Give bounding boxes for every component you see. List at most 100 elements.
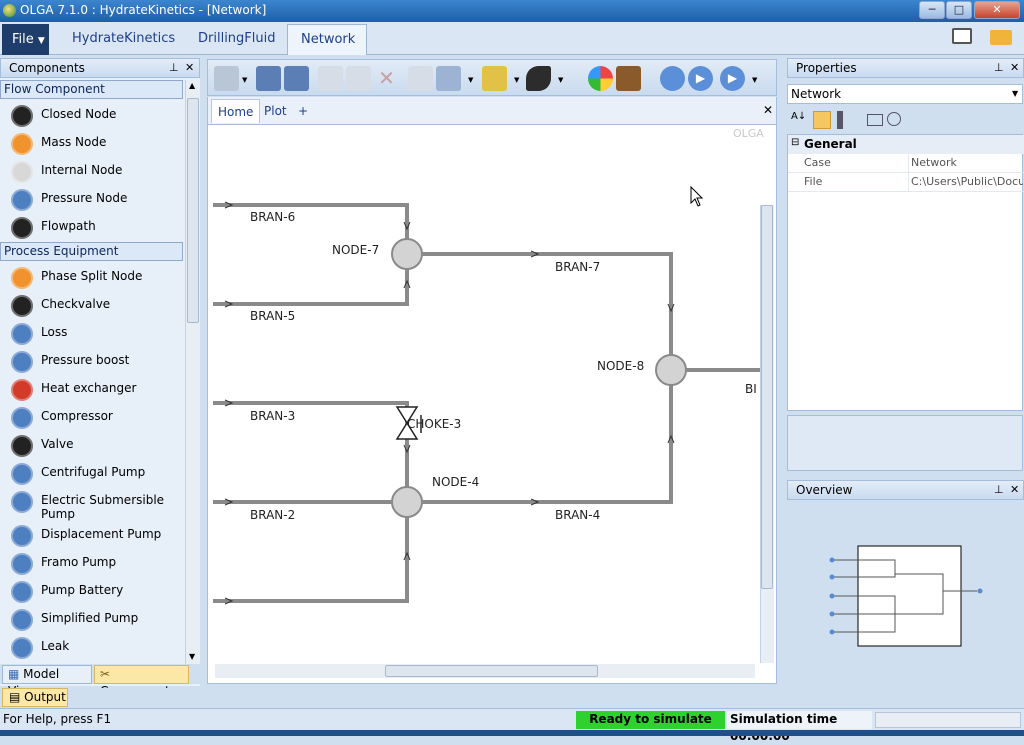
component-item[interactable]: Framo Pump: [0, 550, 183, 578]
pipe-bran-3[interactable]: [213, 401, 409, 502]
copy-icon[interactable]: [318, 66, 343, 91]
paste-icon[interactable]: [346, 66, 371, 91]
ribbon-tab-network[interactable]: Network: [287, 24, 367, 55]
chevron-down-icon[interactable]: ▼: [1012, 85, 1018, 103]
components-panel: Components ⊥ ✕ Flow Component Closed Node…: [0, 58, 200, 686]
property-row-file[interactable]: File C:\Users\Public\Docu: [788, 173, 1024, 192]
chevron-down-icon[interactable]: ▼: [752, 76, 757, 84]
component-item[interactable]: Pressure boost: [0, 348, 183, 376]
component-item[interactable]: Mass Node: [0, 130, 183, 158]
pipe-bran-7[interactable]: [407, 252, 673, 370]
properties-object-select[interactable]: Network ▼: [787, 84, 1023, 104]
scroll-down-icon[interactable]: ▼: [189, 652, 195, 661]
play-step-icon[interactable]: [660, 66, 685, 91]
component-label: Flowpath: [41, 219, 96, 233]
component-item[interactable]: Valve: [0, 432, 183, 460]
edit-icon[interactable]: [408, 66, 433, 91]
component-item[interactable]: Simplified Pump: [0, 606, 183, 634]
chevron-down-icon[interactable]: ▼: [558, 76, 563, 84]
close-window-button[interactable]: ✕: [974, 1, 1020, 19]
property-pages-icon[interactable]: [837, 111, 843, 129]
section-flow-component[interactable]: Flow Component: [0, 80, 183, 99]
tab-plot[interactable]: Plot: [258, 99, 293, 123]
components-title: Components: [9, 61, 85, 75]
sort-alpha-icon[interactable]: A↓: [791, 111, 809, 129]
components-list: Flow Component Closed Node Mass Node Intern…: [0, 80, 185, 664]
pin-icon[interactable]: ⊥: [169, 59, 179, 77]
component-item[interactable]: Internal Node: [0, 158, 183, 186]
component-item[interactable]: Heat exchanger: [0, 376, 183, 404]
tab-model-view[interactable]: ▦ Model View: [2, 665, 92, 698]
component-item[interactable]: Pump Battery: [0, 578, 183, 606]
align-icon[interactable]: [436, 66, 461, 91]
scroll-up-icon[interactable]: ▲: [189, 81, 195, 90]
component-item[interactable]: Leak: [0, 634, 183, 662]
scrollbar-thumb[interactable]: [385, 665, 598, 677]
chevron-down-icon[interactable]: ▼: [242, 76, 247, 84]
tab-home[interactable]: Home: [211, 99, 261, 123]
node-8[interactable]: [655, 354, 687, 386]
component-item[interactable]: Loss: [0, 320, 183, 348]
network-canvas[interactable]: OLGA BRAN-6 BRAN-5 BRAN-3 BRAN-2 BRAN-7 …: [207, 124, 777, 684]
close-tab-button[interactable]: ✕: [763, 103, 773, 117]
add-tab-button[interactable]: +: [292, 99, 314, 123]
component-item[interactable]: Closed Node: [0, 102, 183, 130]
canvas-horizontal-scrollbar[interactable]: [215, 664, 755, 678]
components-scrollbar[interactable]: ▲ ▼: [185, 80, 200, 664]
component-item[interactable]: Compressor: [0, 404, 183, 432]
maximize-button[interactable]: □: [946, 1, 972, 19]
tab-output[interactable]: ▤ Output: [2, 688, 68, 707]
scrollbar-thumb[interactable]: [761, 205, 773, 589]
component-item[interactable]: Displacement Pump: [0, 522, 183, 550]
run-icon[interactable]: ▶: [720, 66, 745, 91]
collapse-icon[interactable]: ⊟: [791, 137, 799, 148]
minimize-button[interactable]: ─: [919, 1, 945, 19]
component-item[interactable]: Pressure Node: [0, 186, 183, 214]
section-process-equipment[interactable]: Process Equipment: [0, 242, 183, 261]
component-label: Simplified Pump: [41, 611, 139, 625]
categorized-icon[interactable]: [813, 111, 831, 129]
pin-icon[interactable]: ⊥: [994, 59, 1004, 77]
component-item[interactable]: Electric Submersible Pump: [0, 488, 183, 522]
property-group-label: General: [804, 137, 857, 151]
property-group-general[interactable]: ⊟ General: [788, 135, 1024, 154]
close-icon[interactable]: ✕: [1010, 59, 1019, 77]
close-icon[interactable]: ✕: [1010, 481, 1019, 499]
ribbon-tab-hydratekinetics[interactable]: HydrateKinetics: [59, 24, 188, 55]
file-menu-label: File: [12, 32, 34, 47]
select-icon[interactable]: [482, 66, 507, 91]
tab-components[interactable]: ✂ Components: [94, 665, 189, 698]
node-7[interactable]: [391, 238, 423, 270]
pin-icon[interactable]: ⊥: [994, 481, 1004, 499]
label-choke-3: CHOKE-3: [407, 417, 461, 431]
wrench-icon[interactable]: [526, 66, 551, 91]
window-layout-icon[interactable]: [952, 28, 972, 44]
print-icon[interactable]: [214, 66, 239, 91]
case-icon[interactable]: [616, 66, 641, 91]
file-menu-button[interactable]: File ▼: [2, 24, 49, 55]
save-as-icon[interactable]: [284, 66, 309, 91]
canvas-vertical-scrollbar[interactable]: [760, 205, 774, 663]
scrollbar-thumb[interactable]: [187, 98, 199, 323]
component-item[interactable]: Flowpath: [0, 214, 183, 242]
component-item[interactable]: Centrifugal Pump: [0, 460, 183, 488]
node-4[interactable]: [391, 486, 423, 518]
chevron-down-icon[interactable]: ▼: [514, 76, 519, 84]
delete-icon[interactable]: ✕: [374, 66, 399, 91]
pipe-bottom[interactable]: [213, 502, 409, 603]
component-label: Pump Battery: [41, 583, 124, 597]
open-folder-icon[interactable]: [990, 30, 1012, 45]
property-row-case[interactable]: Case Network: [788, 154, 1024, 173]
play-icon[interactable]: ▶: [688, 66, 713, 91]
pipe-bran-5[interactable]: [213, 254, 409, 306]
chevron-down-icon[interactable]: ▼: [468, 76, 473, 84]
verify-icon[interactable]: [588, 66, 613, 91]
close-icon[interactable]: ✕: [185, 59, 194, 77]
ribbon-tab-drillingfluid[interactable]: DrillingFluid: [185, 24, 289, 55]
chart-icon[interactable]: [887, 112, 901, 126]
overview-panel[interactable]: [787, 502, 1023, 684]
component-item[interactable]: Checkvalve: [0, 292, 183, 320]
save-icon[interactable]: [256, 66, 281, 91]
grid-icon[interactable]: [867, 114, 883, 126]
component-item[interactable]: Phase Split Node: [0, 264, 183, 292]
